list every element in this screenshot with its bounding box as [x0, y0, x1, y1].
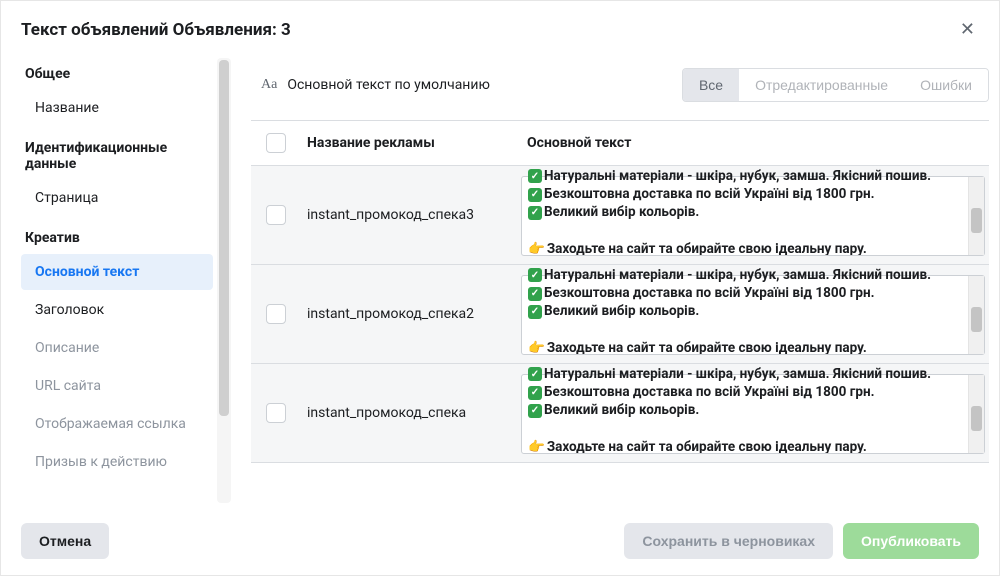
text-icon: Aa	[261, 77, 277, 93]
pointing-emoji-icon: 👉	[528, 241, 545, 255]
cancel-button[interactable]: Отмена	[21, 523, 109, 559]
check-emoji-icon: ✓	[528, 287, 542, 301]
save-draft-button[interactable]: Сохранить в черновиках	[624, 523, 833, 559]
check-emoji-icon: ✓	[528, 367, 542, 381]
sidebar-scroll-thumb[interactable]	[219, 60, 229, 416]
check-emoji-icon: ✓	[528, 268, 542, 282]
head-text: Основной текст	[521, 121, 989, 165]
row-checkbox[interactable]	[266, 403, 286, 423]
sidebar-item-name[interactable]: Название	[21, 90, 213, 126]
row-name: instant_промокод_спека	[301, 391, 521, 435]
primary-text-textarea[interactable]: ✓Натуральні матеріали - шкіра, нубук, за…	[521, 176, 985, 256]
sidebar-item-cta[interactable]: Призыв к действию	[21, 444, 213, 480]
filter-edited-button[interactable]: Отредактированные	[739, 69, 904, 101]
section-head-general: Общее	[21, 54, 213, 88]
primary-text-textarea[interactable]: ✓Натуральні матеріали - шкіра, нубук, за…	[521, 374, 985, 454]
head-name: Название рекламы	[301, 121, 521, 165]
sidebar-wrap: Общее Название Идентификационные данные …	[21, 54, 231, 507]
textarea-scrollbar[interactable]	[968, 177, 984, 255]
toolbar-left: Aa Основной текст по умолчанию	[261, 77, 490, 93]
ads-table: Название рекламы Основной текст instant_…	[251, 120, 989, 507]
select-all-checkbox[interactable]	[266, 133, 286, 153]
textarea-scroll-thumb[interactable]	[971, 406, 982, 431]
sidebar-scrollbar[interactable]	[217, 58, 231, 503]
section-head-ident: Идентификационные данные	[21, 128, 213, 178]
table-row: instant_промокод_спека ✓Натуральні матер…	[251, 364, 989, 463]
toolbar: Aa Основной текст по умолчанию Все Отред…	[251, 54, 989, 120]
check-emoji-icon: ✓	[528, 169, 542, 183]
primary-text-textarea[interactable]: ✓Натуральні матеріали - шкіра, нубук, за…	[521, 275, 985, 355]
main-panel: Aa Основной текст по умолчанию Все Отред…	[231, 54, 989, 507]
sidebar-item-page[interactable]: Страница	[21, 180, 213, 216]
section-head-creative: Креатив	[21, 218, 213, 252]
sidebar-item-description[interactable]: Описание	[21, 330, 213, 366]
check-emoji-icon: ✓	[528, 188, 542, 202]
textarea-content: ✓Натуральні матеріали - шкіра, нубук, за…	[522, 166, 968, 255]
close-icon[interactable]: ✕	[956, 15, 979, 44]
table-body: instant_промокод_спека3 ✓Натуральні мате…	[251, 166, 989, 507]
sidebar-item-headline[interactable]: Заголовок	[21, 292, 213, 328]
check-emoji-icon: ✓	[528, 305, 542, 319]
sidebar: Общее Название Идентификационные данные …	[21, 54, 217, 507]
table-row: instant_промокод_спека2 ✓Натуральні мате…	[251, 265, 989, 364]
dialog-title: Текст объявлений Объявления: 3	[21, 20, 291, 40]
textarea-content: ✓Натуральні матеріали - шкіра, нубук, за…	[522, 361, 968, 453]
table-row: instant_промокод_спека3 ✓Натуральні мате…	[251, 166, 989, 265]
head-check-cell	[251, 121, 301, 165]
pointing-emoji-icon: 👉	[528, 439, 545, 453]
check-emoji-icon: ✓	[528, 404, 542, 418]
row-checkbox[interactable]	[266, 304, 286, 324]
toolbar-label: Основной текст по умолчанию	[287, 77, 490, 93]
filter-all-button[interactable]: Все	[683, 69, 739, 101]
row-checkbox[interactable]	[266, 205, 286, 225]
textarea-scroll-thumb[interactable]	[971, 307, 982, 332]
textarea-scrollbar[interactable]	[968, 375, 984, 453]
sidebar-item-primary-text[interactable]: Основной текст	[21, 254, 213, 290]
footer-right: Сохранить в черновиках Опубликовать	[624, 523, 979, 559]
row-name: instant_промокод_спека3	[301, 193, 521, 237]
pointing-emoji-icon: 👉	[528, 340, 545, 354]
dialog-header: Текст объявлений Объявления: 3 ✕	[1, 1, 999, 54]
row-name: instant_промокод_спека2	[301, 292, 521, 336]
sidebar-item-display-link[interactable]: Отображаемая ссылка	[21, 406, 213, 442]
dialog-footer: Отмена Сохранить в черновиках Опубликова…	[1, 507, 999, 575]
dialog-body: Общее Название Идентификационные данные …	[1, 54, 999, 507]
dialog: Текст объявлений Объявления: 3 ✕ Общее Н…	[0, 0, 1000, 576]
sidebar-item-website-url[interactable]: URL сайта	[21, 368, 213, 404]
table-head: Название рекламы Основной текст	[251, 120, 989, 166]
check-emoji-icon: ✓	[528, 386, 542, 400]
textarea-scrollbar[interactable]	[968, 276, 984, 354]
publish-button[interactable]: Опубликовать	[843, 523, 979, 559]
filter-segment: Все Отредактированные Ошибки	[682, 68, 989, 102]
textarea-scroll-thumb[interactable]	[971, 208, 982, 233]
filter-errors-button[interactable]: Ошибки	[904, 69, 988, 101]
check-emoji-icon: ✓	[528, 206, 542, 220]
textarea-content: ✓Натуральні матеріали - шкіра, нубук, за…	[522, 262, 968, 354]
